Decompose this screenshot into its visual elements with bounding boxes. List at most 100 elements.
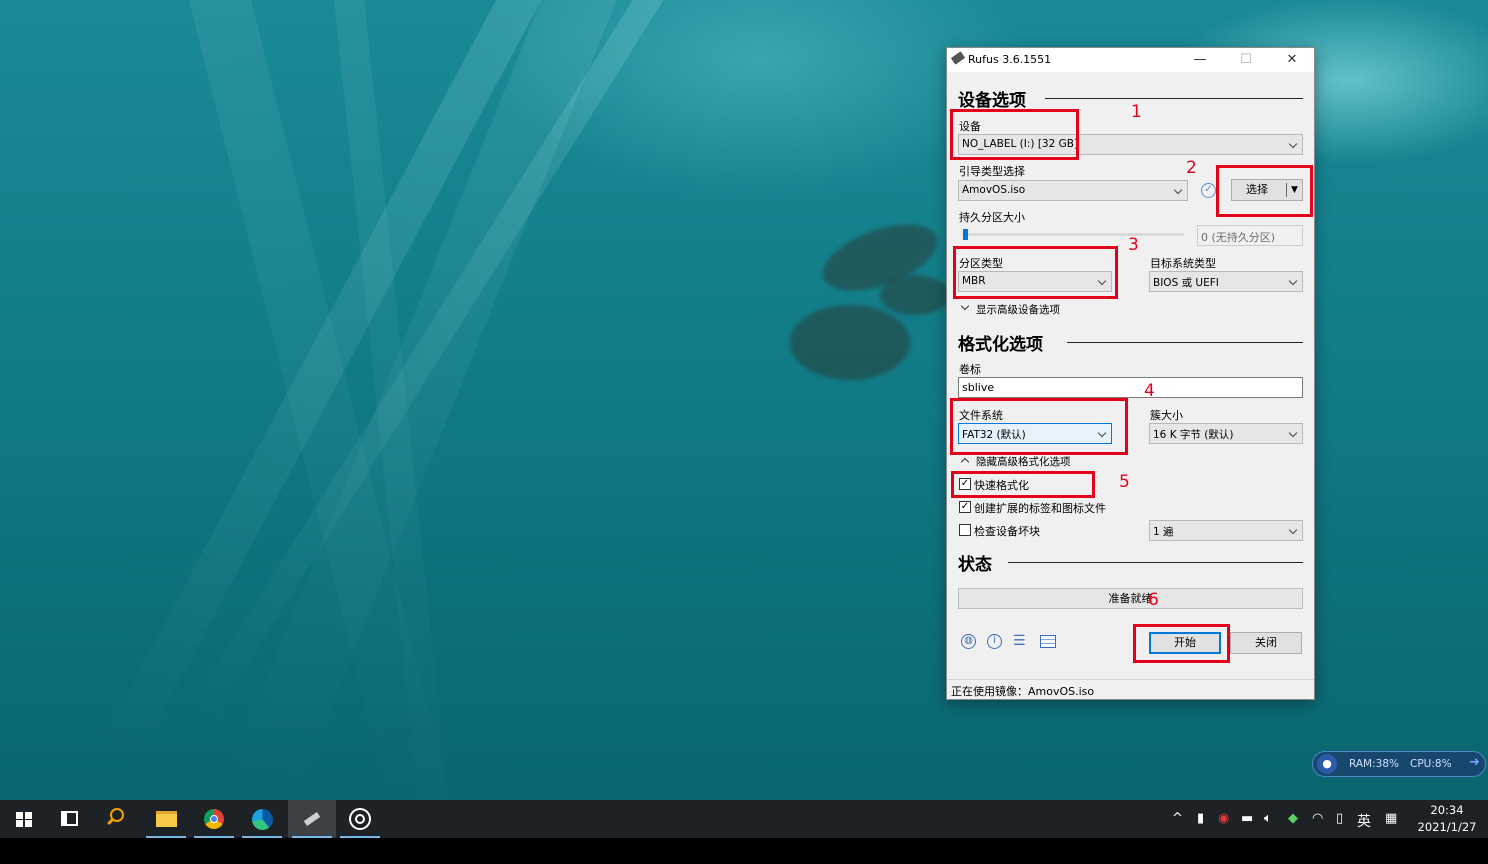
annotation-box-4 xyxy=(950,398,1128,455)
folder-icon xyxy=(156,811,177,827)
windows-logo-icon xyxy=(16,812,32,827)
taskbar: ^ ▮ ◉ ▬ 🔈︎ ◆ ◠ ▯ 英 ▦ xyxy=(0,800,1488,838)
close-window-button[interactable]: ✕ xyxy=(1269,48,1315,72)
divider xyxy=(1008,562,1303,563)
target-system-select[interactable]: BIOS 或 UEFI xyxy=(1149,271,1303,292)
chrome-icon-center xyxy=(210,815,218,823)
annotation-box-2 xyxy=(1216,165,1313,217)
info-icon[interactable]: i xyxy=(987,634,1002,649)
annotation-number-6: 6 xyxy=(1148,590,1159,610)
battery-icon[interactable]: ▯ xyxy=(1336,811,1343,826)
slider-thumb[interactable] xyxy=(963,229,968,240)
passes-select[interactable]: 1 遍 xyxy=(1149,520,1303,541)
start-button-windows[interactable] xyxy=(0,800,48,838)
ime-language-indicator[interactable]: 英 xyxy=(1357,811,1371,831)
annotation-number-2: 2 xyxy=(1186,158,1197,178)
clock-date: 2021/1/27 xyxy=(1417,820,1477,834)
annotation-box-5 xyxy=(951,471,1095,498)
annotation-number-1: 1 xyxy=(1131,102,1142,122)
cluster-size-select[interactable]: 16 K 字节 (默认) xyxy=(1149,423,1303,444)
microphone-icon: ● xyxy=(1317,754,1337,774)
edge-icon xyxy=(252,809,273,830)
cluster-size-label: 簇大小 xyxy=(1150,409,1183,422)
chevron-up-icon xyxy=(960,457,970,467)
status-text: 准备就绪 xyxy=(1108,592,1153,605)
obs-recording-tray-icon[interactable]: ◉ xyxy=(1218,811,1229,826)
obs-button[interactable] xyxy=(336,800,384,838)
annotation-number-5: 5 xyxy=(1119,472,1130,492)
microphone-tray-icon[interactable]: ▮ xyxy=(1197,811,1204,826)
status-progress-bar: 准备就绪 xyxy=(958,588,1303,609)
divider xyxy=(1045,98,1303,99)
volume-label-value: sblive xyxy=(962,381,995,394)
task-view-button[interactable] xyxy=(46,800,94,838)
chevron-down-icon xyxy=(1288,276,1298,286)
extended-label-text: 创建扩展的标签和图标文件 xyxy=(974,502,1106,515)
rufus-taskbar-button[interactable] xyxy=(288,800,336,838)
boot-selection-select[interactable]: AmovOS.iso xyxy=(958,180,1188,201)
target-system-value: BIOS 或 UEFI xyxy=(1153,277,1219,289)
ime-mode-icon[interactable]: ▦ xyxy=(1385,811,1397,826)
status-heading: 状态 xyxy=(958,555,992,575)
taskbar-clock[interactable]: 20:34 2021/1/27 xyxy=(1408,802,1486,836)
hide-advanced-format-toggle[interactable]: 隐藏高级格式化选项 xyxy=(960,454,1160,469)
cpu-usage: CPU:8% xyxy=(1410,758,1452,770)
persistent-size-label: 持久分区大小 xyxy=(959,211,1025,224)
status-bar: 正在使用镜像：AmovOS.iso xyxy=(947,679,1314,700)
passes-value: 1 遍 xyxy=(1153,526,1174,538)
globe-language-icon[interactable]: ◍ xyxy=(961,634,976,649)
annotation-box-1 xyxy=(950,109,1079,160)
boot-selection-value: AmovOS.iso xyxy=(962,184,1026,196)
chevron-down-icon xyxy=(1288,525,1298,535)
log-table-icon[interactable] xyxy=(1040,635,1056,648)
rufus-usb-icon xyxy=(950,51,966,65)
statusbar-text: 正在使用镜像：AmovOS.iso xyxy=(951,685,1095,698)
annotation-box-6 xyxy=(1133,624,1230,663)
window-title: Rufus 3.6.1551 xyxy=(968,53,1052,66)
device-options-heading: 设备选项 xyxy=(958,91,1026,111)
bad-blocks-checkbox[interactable] xyxy=(959,524,971,536)
wifi-icon[interactable]: ◠ xyxy=(1312,811,1323,826)
volume-label-label: 卷标 xyxy=(959,363,981,376)
cluster-size-value: 16 K 字节 (默认) xyxy=(1153,429,1234,441)
file-explorer-button[interactable] xyxy=(142,800,190,838)
chevron-down-icon xyxy=(1288,139,1298,149)
target-system-label: 目标系统类型 xyxy=(1150,257,1216,270)
checksum-icon[interactable]: ✓ xyxy=(1201,183,1216,198)
chrome-button[interactable] xyxy=(190,800,238,838)
clock-time: 20:34 xyxy=(1430,803,1464,817)
app-tray-icon[interactable]: ◆ xyxy=(1288,811,1298,826)
chevron-down-icon xyxy=(1173,185,1183,195)
task-view-icon xyxy=(61,811,78,826)
title-bar: Rufus 3.6.1551 — ☐ ✕ xyxy=(947,48,1314,72)
persistent-size-field[interactable]: 0 (无持久分区) xyxy=(1197,225,1303,246)
show-hidden-icons-chevron[interactable]: ^ xyxy=(1172,811,1183,826)
annotation-box-3 xyxy=(953,246,1118,299)
resource-monitor-widget[interactable]: ● RAM:38% CPU:8% ➜ xyxy=(1312,751,1486,777)
chevron-down-icon xyxy=(1288,428,1298,438)
arrow-right-icon[interactable]: ➜ xyxy=(1469,755,1480,770)
show-advanced-device-toggle[interactable]: 显示高级设备选项 xyxy=(960,301,1160,317)
obs-icon-inner xyxy=(355,814,365,824)
screen-bottom-band xyxy=(0,838,1488,864)
annotation-number-3: 3 xyxy=(1128,235,1139,255)
battery-plug-tray-icon[interactable]: ▬ xyxy=(1241,811,1253,826)
edge-button[interactable] xyxy=(238,800,286,838)
settings-sliders-icon[interactable]: ☰ xyxy=(1013,634,1029,649)
boot-selection-label: 引导类型选择 xyxy=(959,165,1025,178)
volume-icon[interactable]: 🔈︎ xyxy=(1264,811,1272,826)
bad-blocks-label: 检查设备坏块 xyxy=(974,525,1040,538)
persistent-size-value: 0 (无持久分区) xyxy=(1201,231,1276,244)
divider xyxy=(1067,342,1303,343)
close-button[interactable]: 关闭 xyxy=(1230,632,1302,654)
maximize-button[interactable]: ☐ xyxy=(1223,48,1269,72)
search-icon-handle xyxy=(107,817,114,825)
chevron-down-icon xyxy=(960,301,970,311)
search-taskbar-button[interactable] xyxy=(94,800,142,838)
volume-label-input[interactable]: sblive xyxy=(958,377,1303,398)
annotation-number-4: 4 xyxy=(1144,381,1155,401)
extended-label-checkbox[interactable]: ✓ xyxy=(959,501,971,513)
ram-usage: RAM:38% xyxy=(1349,758,1399,770)
persistent-size-slider[interactable] xyxy=(962,233,1184,236)
minimize-button[interactable]: — xyxy=(1177,48,1223,72)
